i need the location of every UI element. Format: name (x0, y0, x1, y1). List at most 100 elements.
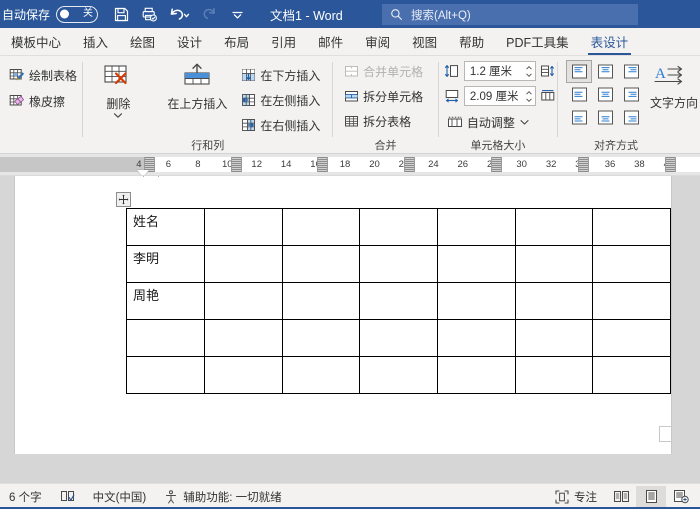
align-middle-center-button[interactable] (592, 83, 618, 106)
table-cell[interactable] (281, 319, 361, 357)
eraser-button[interactable]: 橡皮擦 (6, 90, 68, 112)
tab-insert[interactable]: 插入 (72, 28, 119, 55)
table-cell[interactable] (514, 282, 594, 320)
ruler-column-marker-2[interactable] (230, 157, 242, 172)
align-bottom-center-button[interactable] (592, 106, 618, 129)
table-cell[interactable] (592, 356, 671, 394)
horizontal-ruler[interactable]: 46810121416182022242628303234363840 (0, 154, 700, 176)
text-direction-button[interactable]: A 文字方向 (650, 60, 698, 111)
table-cell[interactable] (436, 208, 516, 246)
ruler-left-margin[interactable] (0, 157, 150, 172)
table-cell[interactable] (592, 245, 671, 283)
align-bottom-right-button[interactable] (618, 106, 644, 129)
split-cells-button[interactable]: 拆分单元格 (341, 85, 426, 107)
table-cell[interactable] (126, 356, 205, 394)
align-middle-right-button[interactable] (618, 83, 644, 106)
document-page[interactable]: 姓名 李明 周艳 (14, 176, 672, 454)
table-cell[interactable] (281, 208, 361, 246)
table-cell[interactable]: 李明 (126, 245, 205, 283)
row-height-input[interactable]: 1.2 厘米 (463, 61, 536, 81)
column-width-input[interactable]: 2.09 厘米 (463, 86, 536, 106)
table-cell[interactable] (359, 282, 438, 320)
customize-qat-icon[interactable] (224, 2, 250, 26)
table-row[interactable]: 周艳 (126, 282, 671, 320)
accessibility-item[interactable]: 辅助功能: 一切就绪 (155, 486, 290, 508)
focus-item[interactable]: 专注 (546, 486, 606, 508)
ruler-column-marker-5[interactable] (491, 157, 503, 172)
align-bottom-left-button[interactable] (566, 106, 592, 129)
table-cell[interactable] (592, 282, 671, 320)
table-cell[interactable] (514, 245, 594, 283)
ruler-column-marker-6[interactable] (578, 157, 589, 172)
delete-button[interactable]: 删除 (89, 61, 147, 120)
table-cell[interactable] (203, 208, 283, 246)
table-row[interactable]: 姓名 (126, 208, 671, 246)
table-cell[interactable] (592, 208, 671, 246)
read-mode-icon[interactable] (606, 486, 636, 508)
ruler-column-marker-7[interactable] (664, 157, 676, 172)
save-icon[interactable] (108, 2, 134, 26)
tab-help[interactable]: 帮助 (448, 28, 495, 55)
table-cell[interactable] (436, 282, 516, 320)
table-cell[interactable] (203, 319, 283, 357)
word-count-item[interactable]: 6 个字 (0, 486, 51, 508)
table-cell[interactable] (592, 319, 671, 357)
table-cell[interactable] (203, 245, 283, 283)
table-cell[interactable] (126, 319, 205, 357)
ruler-column-marker-4[interactable] (404, 157, 416, 172)
table-row[interactable]: 李明 (126, 245, 671, 283)
table-cell[interactable] (359, 356, 438, 394)
align-middle-left-button[interactable] (566, 83, 592, 106)
language-item[interactable]: 中文(中国) (84, 486, 156, 508)
insert-below-button[interactable]: 在下方插入 (238, 64, 323, 86)
table-cell[interactable] (514, 319, 594, 357)
column-width-stepper[interactable] (525, 90, 533, 103)
table-cell[interactable] (514, 208, 594, 246)
print-preview-icon[interactable] (136, 2, 162, 26)
tab-references[interactable]: 引用 (260, 28, 307, 55)
tab-mailings[interactable]: 邮件 (307, 28, 354, 55)
tab-template-center[interactable]: 模板中心 (0, 28, 72, 55)
web-layout-icon[interactable] (666, 486, 696, 508)
draw-table-button[interactable]: 绘制表格 (6, 64, 80, 86)
table-cell[interactable]: 周艳 (126, 282, 205, 320)
table-cell[interactable]: 姓名 (126, 208, 205, 246)
tab-review[interactable]: 审阅 (354, 28, 401, 55)
print-layout-icon[interactable] (636, 485, 666, 508)
insert-left-button[interactable]: 在左侧插入 (238, 89, 323, 111)
tab-design[interactable]: 设计 (166, 28, 213, 55)
align-top-left-button[interactable] (566, 60, 593, 83)
table-cell[interactable] (281, 356, 361, 394)
table-cell[interactable] (359, 208, 438, 246)
table-move-handle-icon[interactable] (116, 192, 131, 207)
table-cell[interactable] (359, 245, 438, 283)
autofit-button[interactable]: 自动调整 (444, 111, 533, 133)
table-row[interactable] (126, 356, 671, 394)
align-top-center-button[interactable] (592, 60, 618, 83)
ruler-column-marker-3[interactable] (317, 157, 329, 172)
split-table-button[interactable]: 拆分表格 (341, 110, 414, 132)
table-cell[interactable] (436, 356, 516, 394)
table-cell[interactable] (203, 356, 283, 394)
distribute-rows-icon[interactable] (540, 63, 556, 79)
row-height-stepper[interactable] (525, 65, 533, 78)
insert-above-button[interactable]: 在上方插入 (160, 61, 234, 112)
undo-icon[interactable] (164, 2, 194, 26)
table-cell[interactable] (281, 282, 361, 320)
search-input[interactable]: 搜索(Alt+Q) (382, 4, 638, 25)
table-cell[interactable] (514, 356, 594, 394)
tab-draw[interactable]: 绘图 (119, 28, 166, 55)
proofing-item[interactable] (51, 486, 84, 508)
table-row[interactable] (126, 319, 671, 357)
table-cell[interactable] (436, 245, 516, 283)
distribute-columns-icon[interactable] (540, 88, 556, 104)
table-cell[interactable] (436, 319, 516, 357)
tab-view[interactable]: 视图 (401, 28, 448, 55)
tab-table-design[interactable]: 表设计 (580, 28, 640, 55)
tab-pdf-tools[interactable]: PDF工具集 (495, 28, 580, 55)
table-cell[interactable] (359, 319, 438, 357)
autosave-toggle[interactable]: 关 (56, 5, 99, 23)
align-top-right-button[interactable] (618, 60, 644, 83)
insert-right-button[interactable]: 在右侧插入 (238, 114, 323, 136)
tab-layout[interactable]: 布局 (213, 28, 260, 55)
